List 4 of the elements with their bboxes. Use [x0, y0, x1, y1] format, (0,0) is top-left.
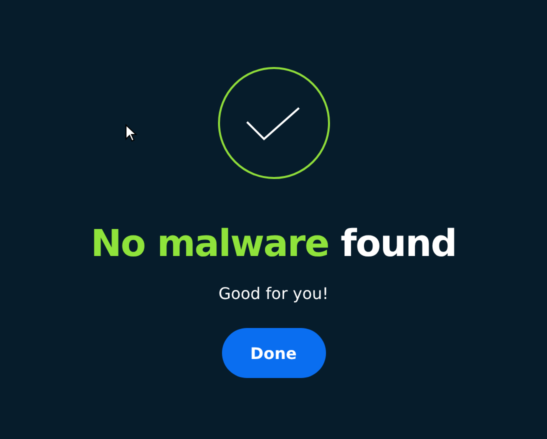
- result-message: Good for you!: [218, 284, 329, 304]
- done-button[interactable]: Done: [222, 328, 326, 378]
- cursor-icon: [125, 124, 137, 142]
- result-heading: No malware found: [90, 221, 456, 267]
